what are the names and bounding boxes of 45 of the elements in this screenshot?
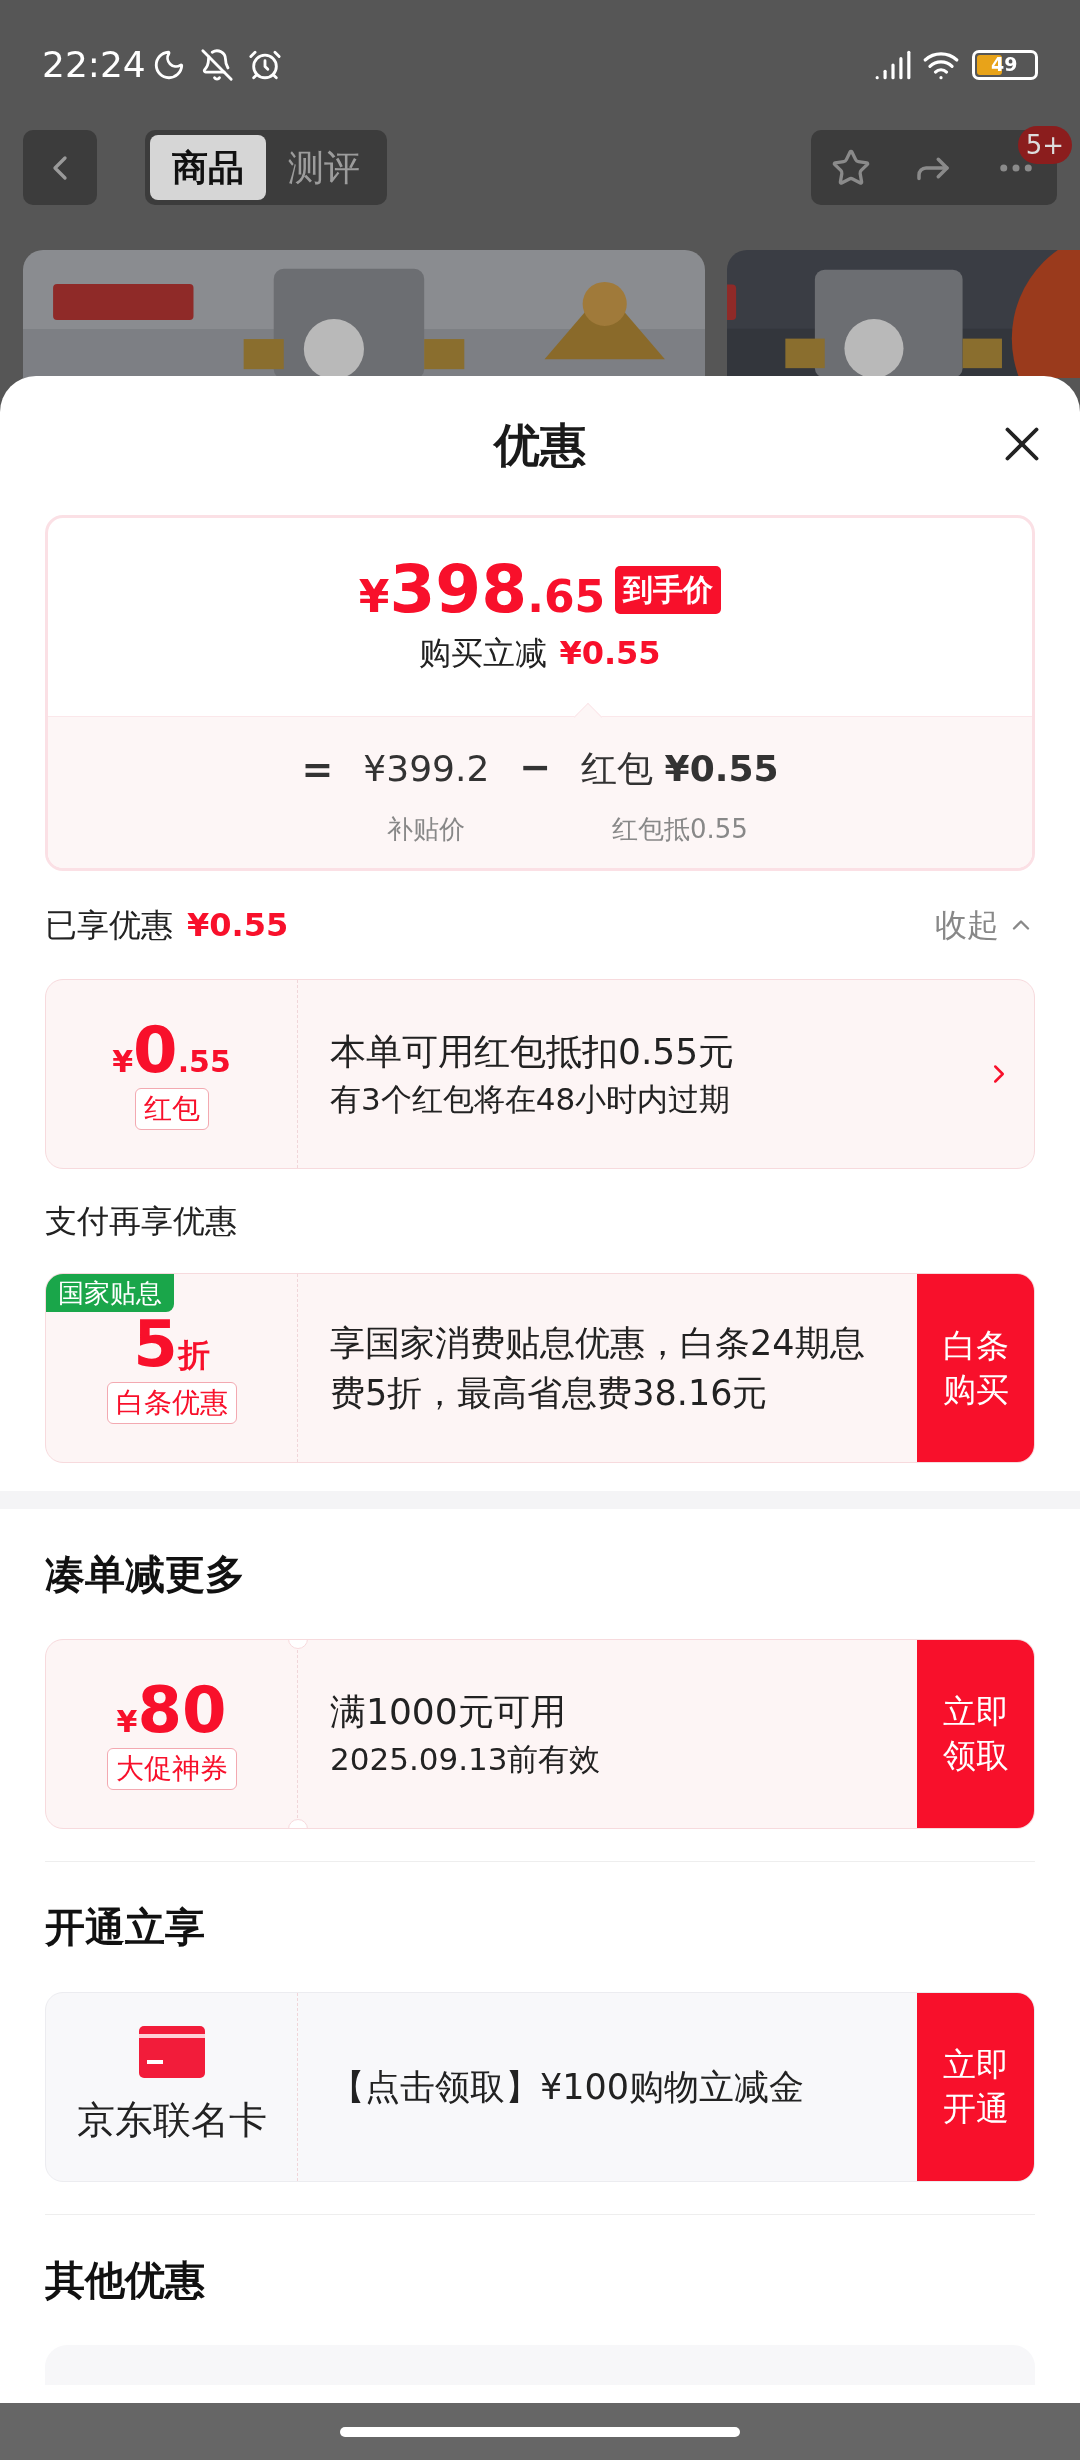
base-price-caption: 补贴价	[387, 813, 466, 846]
deduction-caption: 红包抵0.55	[611, 813, 748, 846]
section-heading: 开通立享	[45, 1903, 205, 1952]
enjoyed-amount: ¥0.55	[187, 905, 289, 946]
discount-label: 购买立减	[419, 633, 548, 674]
final-price: ¥398.65	[358, 557, 606, 623]
enjoyed-label: 已享优惠	[45, 905, 173, 946]
coupon-title: 满1000元可用	[330, 1690, 567, 1734]
tab[interactable]: 测评	[266, 135, 382, 200]
sheet-title: 优惠	[494, 417, 586, 474]
minus-sign: −	[519, 744, 552, 791]
bell-off-icon	[199, 48, 234, 82]
tab[interactable]: 商品	[150, 135, 266, 200]
star-icon[interactable]	[831, 147, 872, 188]
card-name: 京东联名卡	[76, 2096, 267, 2144]
ribbon-label: 国家贴息	[46, 1274, 174, 1312]
action-button[interactable]: 白条购买	[917, 1274, 1034, 1462]
discount-amount: ¥0.55	[559, 633, 661, 674]
collapse-toggle[interactable]: 收起	[935, 901, 1035, 949]
coupon-amount: ¥0.55	[112, 1018, 231, 1082]
coupon-subtitle: 2025.09.13前有效	[330, 1740, 602, 1779]
home-indicator[interactable]	[340, 2426, 740, 2437]
action-button[interactable]: 立即开通	[917, 1993, 1034, 2181]
discount-value: 5折	[133, 1312, 210, 1376]
deduction: 红包 ¥0.55	[581, 747, 779, 791]
alarm-icon	[247, 48, 282, 82]
status-time: 22:24	[42, 43, 146, 87]
coupon-title: 本单可用红包抵扣0.55元	[330, 1030, 736, 1074]
back-button[interactable]	[23, 130, 97, 205]
section-heading: 其他优惠	[45, 2256, 205, 2305]
offer-description: 享国家消费贴息优惠，白条24期息费5折，最高省息费38.16元	[330, 1322, 866, 1415]
credit-card-icon	[138, 2025, 205, 2078]
price-tag: 到手价	[615, 566, 722, 614]
coupon-tag: 白条优惠	[106, 1382, 237, 1424]
coupon-subtitle: 有3个红包将在48小时内过期	[330, 1080, 732, 1119]
base-price: ¥399.2	[363, 747, 490, 791]
offer-description: 【点击领取】¥100购物立减金	[330, 2066, 806, 2109]
section-heading: 支付再享优惠	[45, 1201, 237, 1242]
coupon-tag: 红包	[134, 1088, 209, 1130]
equals-sign: =	[301, 746, 334, 793]
action-button[interactable]: 立即领取	[917, 1640, 1034, 1828]
coupon-amount: ¥80	[116, 1678, 227, 1742]
coupon-tag: 大促神券	[106, 1748, 237, 1790]
notification-badge: 5+	[1017, 126, 1072, 164]
section-heading: 凑单减更多	[45, 1550, 245, 1599]
